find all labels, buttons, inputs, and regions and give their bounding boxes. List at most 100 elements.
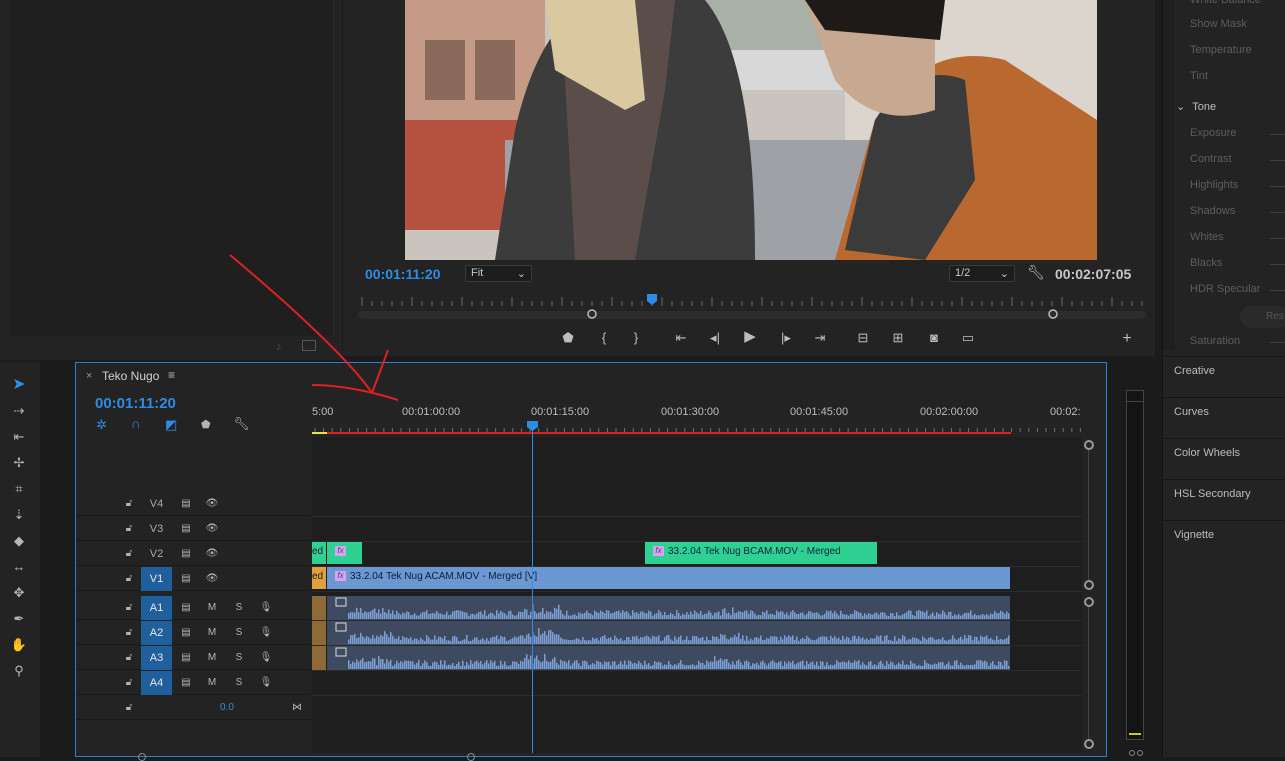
- eye-icon[interactable]: 👁︎: [205, 567, 219, 591]
- lock-icon[interactable]: 🔓︎: [122, 596, 136, 620]
- meter-solo-button[interactable]: [1129, 750, 1135, 756]
- mark-out-button[interactable]: }: [627, 329, 645, 347]
- linked-selection-icon[interactable]: ◩: [165, 417, 177, 433]
- selection-tool-icon[interactable]: ➤: [8, 374, 30, 396]
- sync-lock-icon[interactable]: ▤: [179, 646, 193, 670]
- timeline-current-timecode[interactable]: 00:01:11:20: [95, 395, 176, 412]
- track-lane-a4[interactable]: [312, 671, 1082, 696]
- lumetri-section-hsl-secondary[interactable]: HSL Secondary: [1163, 479, 1285, 520]
- lift-button[interactable]: ⊟: [854, 329, 872, 347]
- sync-lock-icon[interactable]: ▤: [179, 671, 193, 695]
- clip-v1-acam[interactable]: fx 33.2.04 Tek Nug ACAM.MOV - Merged [V]: [327, 567, 1010, 589]
- step-back-button[interactable]: ◂|: [706, 329, 724, 347]
- meter-solo-button[interactable]: [1137, 750, 1143, 756]
- microphone-icon[interactable]: 🎙︎: [259, 596, 273, 620]
- sync-lock-icon[interactable]: ▤: [179, 621, 193, 645]
- zoom-tool-icon[interactable]: ⚲: [8, 660, 30, 682]
- lock-icon[interactable]: 🔓︎: [122, 567, 136, 591]
- play-button[interactable]: ▶: [741, 328, 759, 346]
- video-scrollbar-track[interactable]: [1088, 444, 1089, 584]
- go-to-in-button[interactable]: ⇤: [672, 329, 690, 347]
- reset-button[interactable]: Res: [1240, 306, 1285, 328]
- camera-icon[interactable]: ◙: [925, 329, 943, 347]
- mark-in-button[interactable]: {: [595, 329, 613, 347]
- microphone-icon[interactable]: 🎙︎: [259, 646, 273, 670]
- track-name[interactable]: V2: [141, 542, 172, 566]
- track-name[interactable]: A2: [141, 621, 172, 645]
- mute-button[interactable]: M: [205, 621, 219, 645]
- clip-v1-stub[interactable]: ed: [312, 567, 326, 589]
- tone-slider[interactable]: [1270, 238, 1285, 239]
- microphone-icon[interactable]: 🎙︎: [259, 621, 273, 645]
- clip-v2-bcam[interactable]: fx 33.2.04 Tek Nug BCAM.MOV - Merged: [645, 542, 877, 564]
- track-name[interactable]: A3: [141, 646, 172, 670]
- track-name[interactable]: V3: [141, 517, 172, 541]
- mute-button[interactable]: M: [205, 646, 219, 670]
- scroll-handle[interactable]: [1084, 739, 1094, 749]
- hand-tool-icon[interactable]: ✋: [8, 634, 30, 656]
- lock-icon[interactable]: 🔓︎: [122, 671, 136, 695]
- comparison-view-button[interactable]: ▭: [959, 329, 977, 347]
- wrench-icon[interactable]: 🔧︎: [233, 416, 250, 432]
- wrench-icon[interactable]: 🔧︎: [1027, 264, 1045, 281]
- clip-v2-fx[interactable]: fx: [327, 542, 362, 564]
- sync-lock-icon[interactable]: ▤: [179, 596, 193, 620]
- track-lane-v4[interactable]: [312, 492, 1082, 517]
- track-name[interactable]: V4: [141, 492, 172, 516]
- slide-tool-icon[interactable]: ↔: [8, 556, 30, 578]
- resolution-dropdown[interactable]: 1/2 ⌄: [949, 265, 1015, 282]
- add-marker-button[interactable]: ⬟: [559, 329, 577, 347]
- track-name[interactable]: A1: [141, 596, 172, 620]
- clip-v2-stub[interactable]: ed: [312, 542, 326, 564]
- program-time-ruler[interactable]: [358, 292, 1148, 322]
- lock-icon[interactable]: 🔓︎: [122, 621, 136, 645]
- move-tool-icon[interactable]: ✥: [8, 582, 30, 604]
- playhead-line[interactable]: [532, 421, 533, 753]
- sync-lock-icon[interactable]: ▤: [179, 567, 193, 591]
- razor-tool-icon[interactable]: ◆: [8, 530, 30, 552]
- eye-icon[interactable]: 👁︎: [205, 492, 219, 516]
- horizontal-scrollbar[interactable]: [90, 753, 1080, 761]
- lock-icon[interactable]: 🔓︎: [122, 492, 136, 516]
- scroll-handle[interactable]: [1084, 580, 1094, 590]
- eye-icon[interactable]: 👁︎: [205, 542, 219, 566]
- pen-tool-icon[interactable]: ✒: [8, 608, 30, 630]
- sync-lock-icon[interactable]: ▤: [179, 492, 193, 516]
- track-select-tool-icon[interactable]: ⇢: [8, 400, 30, 422]
- tone-section-header[interactable]: ⌄ Tone: [1176, 100, 1216, 113]
- audio-clips[interactable]: [312, 596, 1012, 670]
- timeline-tracks-area[interactable]: [312, 437, 1082, 753]
- zoom-level-dropdown[interactable]: Fit ⌄: [465, 265, 532, 282]
- rate-stretch-tool-icon[interactable]: ⌗: [8, 478, 30, 500]
- sync-lock-icon[interactable]: ▤: [179, 517, 193, 541]
- tone-slider[interactable]: [1270, 264, 1285, 265]
- lock-icon[interactable]: 🔓︎: [122, 646, 136, 670]
- sync-lock-icon[interactable]: ▤: [179, 542, 193, 566]
- audio-scrollbar-track[interactable]: [1088, 602, 1089, 742]
- solo-button[interactable]: S: [232, 671, 246, 695]
- eye-icon[interactable]: 👁︎: [205, 517, 219, 541]
- track-name[interactable]: V1: [141, 567, 172, 591]
- go-to-out-button[interactable]: ⇥: [811, 329, 829, 347]
- microphone-icon[interactable]: 🎙︎: [259, 671, 273, 695]
- button-editor-plus-button[interactable]: +: [1118, 330, 1136, 348]
- scroll-handle[interactable]: [1084, 440, 1094, 450]
- solo-button[interactable]: S: [232, 596, 246, 620]
- lock-icon[interactable]: 🔓︎: [122, 542, 136, 566]
- lumetri-section-color-wheels[interactable]: Color Wheels: [1163, 438, 1285, 479]
- lock-icon[interactable]: 🔓︎: [122, 517, 136, 541]
- track-lane-v3[interactable]: [312, 517, 1082, 542]
- ripple-edit-tool-icon[interactable]: ⇤: [8, 426, 30, 448]
- master-volume-value[interactable]: 0.0: [220, 702, 234, 713]
- sequence-tab[interactable]: Teko Nugo: [102, 369, 159, 383]
- tone-slider[interactable]: [1270, 290, 1285, 291]
- tone-slider[interactable]: [1270, 212, 1285, 213]
- tone-slider[interactable]: [1270, 160, 1285, 161]
- panel-menu-icon[interactable]: ≡: [168, 368, 175, 382]
- track-name[interactable]: A4: [141, 671, 172, 695]
- mute-button[interactable]: M: [205, 596, 219, 620]
- lumetri-section-vignette[interactable]: Vignette: [1163, 520, 1285, 561]
- lumetri-section-curves[interactable]: Curves: [1163, 397, 1285, 438]
- solo-button[interactable]: S: [232, 646, 246, 670]
- scroll-handle[interactable]: [1084, 597, 1094, 607]
